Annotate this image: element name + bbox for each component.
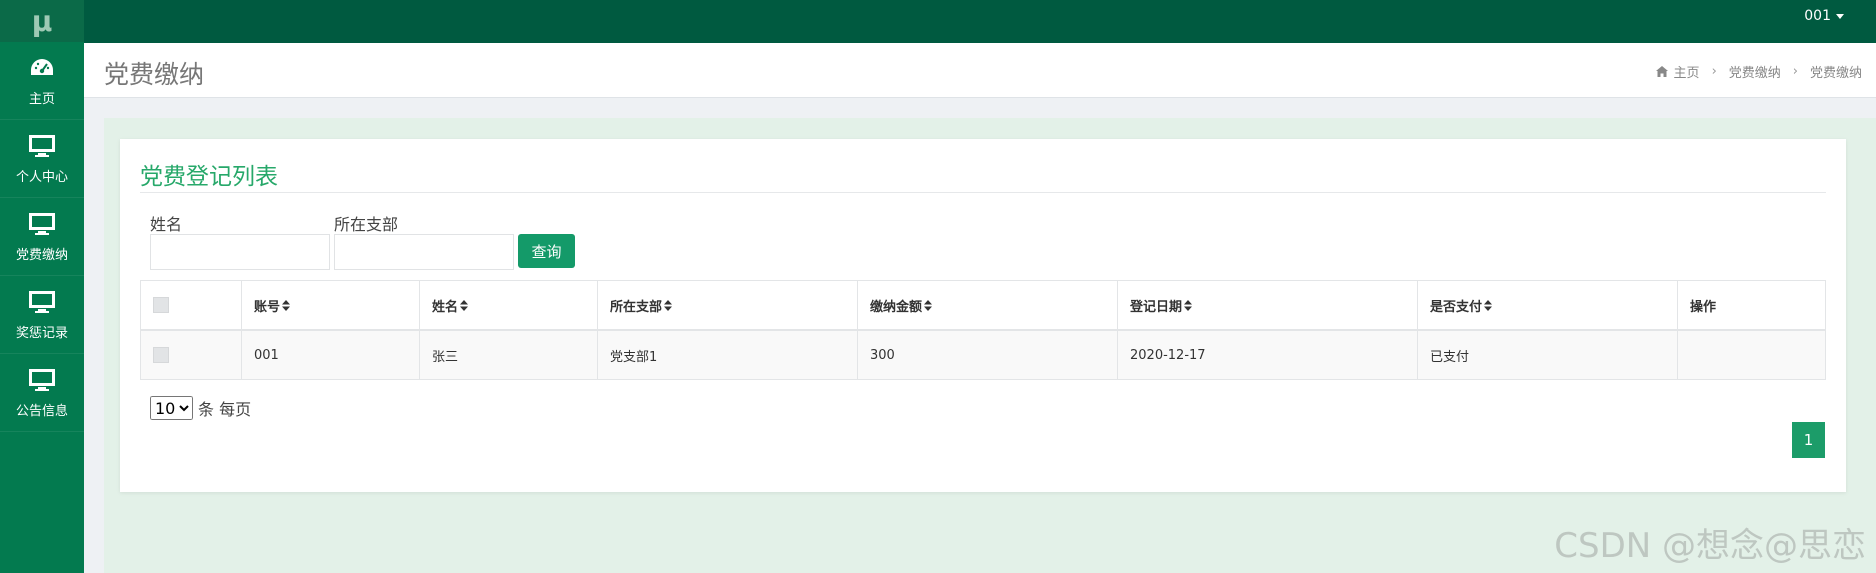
column-header-amount[interactable]: 缴纳金额	[857, 280, 1118, 331]
sort-icon	[460, 299, 469, 315]
sidebar-item-label: 公告信息	[15, 404, 68, 419]
breadcrumb-home[interactable]: 主页	[1674, 62, 1700, 81]
sidebar-item-label: 奖惩记录	[15, 326, 68, 341]
data-table: 账号 姓名 所在支部 缴纳金额 登记日期 是否支付 操作 001 张三 党支部1…	[140, 280, 1826, 380]
sort-icon	[282, 299, 291, 315]
select-all-cell	[140, 280, 242, 331]
top-navbar: 001	[84, 0, 1876, 43]
search-button[interactable]: 查询	[518, 234, 575, 268]
chevron-right-icon: ›	[1792, 64, 1798, 79]
column-header-date[interactable]: 登记日期	[1117, 280, 1418, 331]
breadcrumb: 主页 › 党费缴纳 › 党费缴纳	[1655, 62, 1862, 81]
home-icon	[1655, 66, 1668, 77]
sidebar-item-dues[interactable]: 党费缴纳	[0, 198, 84, 276]
sidebar-item-label: 主页	[28, 92, 55, 107]
page-size-select[interactable]: 10	[150, 396, 193, 420]
branch-filter-label: 所在支部	[334, 215, 399, 234]
page-size-control: 10 条 每页	[150, 396, 251, 420]
cell-amount: 300	[857, 329, 1118, 380]
column-header-account[interactable]: 账号	[241, 280, 420, 331]
breadcrumb-section[interactable]: 党费缴纳	[1729, 62, 1781, 81]
divider	[140, 192, 1826, 193]
list-panel: 党费登记列表 姓名 所在支部 查询 账号 姓名 所在支部 缴纳金额 登记日期 是…	[120, 139, 1846, 492]
cell-actions	[1677, 329, 1826, 380]
column-header-actions: 操作	[1677, 280, 1826, 331]
cell-paid: 已支付	[1417, 329, 1678, 380]
monitor-icon	[27, 210, 57, 238]
sort-icon	[924, 299, 933, 315]
name-filter-input[interactable]	[150, 234, 330, 270]
sidebar-item-notices[interactable]: 公告信息	[0, 354, 84, 432]
chevron-right-icon: ›	[1711, 64, 1717, 79]
table-header-row: 账号 姓名 所在支部 缴纳金额 登记日期 是否支付 操作	[140, 280, 1826, 331]
page-title: 党费缴纳	[104, 60, 205, 89]
breadcrumb-current: 党费缴纳	[1809, 66, 1862, 81]
sidebar-item-rewards[interactable]: 奖惩记录	[0, 276, 84, 354]
sidebar-item-profile[interactable]: 个人中心	[0, 120, 84, 198]
sidebar-item-label: 党费缴纳	[15, 248, 68, 263]
dashboard-icon	[27, 54, 57, 82]
sort-icon	[664, 299, 673, 315]
branch-filter-input[interactable]	[334, 234, 514, 270]
page-size-suffix: 条 每页	[198, 400, 252, 419]
select-all-checkbox[interactable]	[153, 297, 169, 313]
cell-branch: 党支部1	[597, 329, 858, 380]
user-name: 001	[1804, 8, 1831, 24]
pagination-page-1[interactable]: 1	[1792, 422, 1825, 458]
monitor-icon	[27, 132, 57, 160]
column-header-branch[interactable]: 所在支部	[597, 280, 858, 331]
caret-down-icon	[1836, 13, 1844, 19]
sidebar: μ 主页 个人中心 党费缴纳 奖惩记录 公告信息	[0, 0, 84, 573]
panel-title: 党费登记列表	[140, 164, 278, 190]
cell-date: 2020-12-17	[1117, 329, 1418, 380]
row-checkbox[interactable]	[153, 347, 169, 363]
sort-icon	[1184, 299, 1193, 315]
monitor-icon	[27, 366, 57, 394]
sidebar-item-home[interactable]: 主页	[0, 42, 84, 120]
page-header: 党费缴纳 主页 › 党费缴纳 › 党费缴纳	[84, 43, 1876, 98]
cell-account: 001	[241, 329, 420, 380]
column-header-name[interactable]: 姓名	[419, 280, 598, 331]
name-filter-label: 姓名	[150, 215, 183, 234]
table-row[interactable]: 001 张三 党支部1 300 2020-12-17 已支付	[140, 329, 1826, 380]
column-header-paid[interactable]: 是否支付	[1417, 280, 1678, 331]
sort-icon	[1484, 299, 1493, 315]
monitor-icon	[27, 288, 57, 316]
cell-name: 张三	[419, 329, 598, 380]
sidebar-item-label: 个人中心	[15, 170, 68, 185]
user-menu[interactable]: 001	[1804, 8, 1844, 24]
watermark: CSDN @想念@思恋	[1554, 526, 1866, 566]
app-logo: μ	[0, 0, 84, 42]
row-select-cell	[140, 329, 242, 380]
